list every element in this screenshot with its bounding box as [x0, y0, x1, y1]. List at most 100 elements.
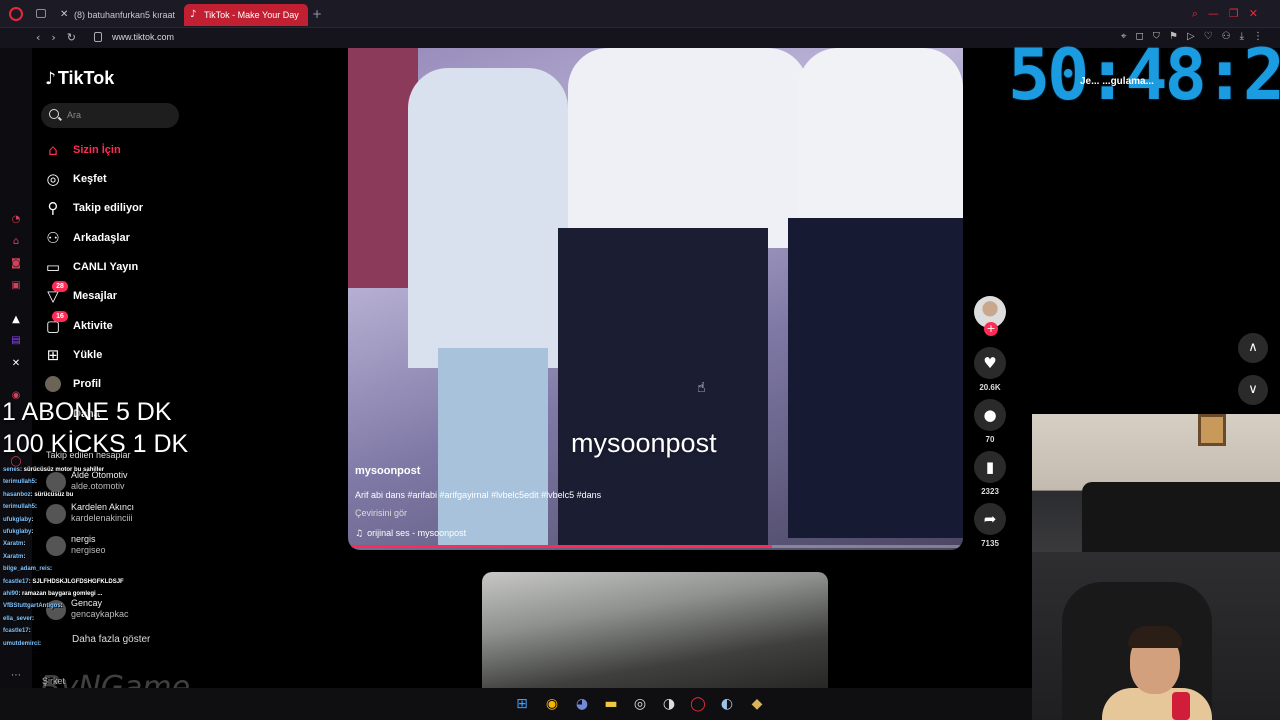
- avatar: [45, 376, 61, 392]
- video-progress-fill: [348, 545, 773, 548]
- app-icon[interactable]: ◑: [661, 696, 677, 712]
- chat-username: terimullah5: [3, 504, 36, 511]
- next-video-button[interactable]: ∨: [1238, 375, 1268, 405]
- chat-text: : sürücüsüz motor bu sahiller: [20, 467, 105, 473]
- search-input[interactable]: Ara: [41, 103, 179, 128]
- save-button[interactable]: ▮: [974, 451, 1006, 483]
- chevron-down-icon: ∨: [1248, 382, 1258, 397]
- nav-upload[interactable]: ⊞ Yükle: [44, 345, 214, 367]
- twitch-icon[interactable]: ▤: [10, 335, 22, 347]
- video-figure: [438, 348, 548, 548]
- opera-logo-icon[interactable]: [9, 7, 23, 21]
- chat-text: :: [23, 553, 26, 560]
- discord-icon[interactable]: ◕: [574, 696, 590, 712]
- chat-text: :: [35, 479, 38, 486]
- chat-message: ufukglaby:: [3, 529, 33, 535]
- share-count: 7135: [981, 539, 999, 548]
- chat-text: :: [35, 504, 38, 511]
- opera-icon[interactable]: ◯: [690, 696, 706, 712]
- next-video-preview[interactable]: [482, 572, 828, 690]
- x-icon[interactable]: ✕: [10, 358, 22, 370]
- window-controls[interactable]: ⌕—❐✕: [1192, 7, 1268, 21]
- nav-following[interactable]: ⚲ Takip ediliyor: [44, 198, 214, 220]
- chat-username: senes: [3, 467, 21, 473]
- chat-username: fcastle17: [3, 628, 29, 635]
- following-icon: ⚲: [47, 199, 59, 217]
- nav-messages[interactable]: ▽ 28 Mesajlar: [44, 281, 214, 308]
- room-camera: [1032, 414, 1280, 552]
- chat-text: : SJLFHDSKJLGFDSHGFKLDSJF: [28, 578, 124, 585]
- chat-message: terimullah5:: [3, 479, 37, 485]
- chat-text: :: [31, 516, 34, 523]
- nav-activity[interactable]: ▢ 16 Aktivite: [44, 311, 214, 338]
- video-figure: [558, 228, 768, 548]
- chat-text: :: [31, 529, 34, 535]
- save-count: 2323: [981, 487, 999, 496]
- taskbar: ⊞ ◉ ◕ ▬ ◎ ◑ ◯ ◐ ◆: [0, 688, 1032, 720]
- workspaces-icon[interactable]: [36, 9, 46, 18]
- comment-count: 70: [985, 435, 995, 444]
- show-more-link[interactable]: Daha fazla göster: [72, 634, 150, 645]
- steam-icon[interactable]: ◐: [719, 696, 735, 712]
- chat-text: : ramazan baygara gomlegi ...: [18, 591, 103, 597]
- nav-for-you[interactable]: ⌂ Sizin İçin: [44, 140, 214, 162]
- obs-icon[interactable]: ◎: [632, 696, 648, 712]
- tiktok-logo[interactable]: ♪ TikTok: [45, 68, 114, 89]
- share-button[interactable]: ➦: [974, 503, 1006, 535]
- video-figure: [408, 68, 568, 368]
- nav-live[interactable]: ▭ CANLI Yayın: [44, 257, 214, 279]
- folder-icon[interactable]: ▬: [603, 696, 619, 712]
- mail-icon[interactable]: ▣: [10, 280, 22, 292]
- video-watermark: mysoonpost: [571, 428, 717, 458]
- chat-message: fcastle17:: [3, 628, 31, 634]
- tab-kick[interactable]: ✕ (8) batuhanfurkan5 kıraat: [54, 4, 178, 26]
- chat-message: ufukglaby:: [3, 517, 33, 523]
- overlay-kicks-text: 100 KİCKS 1 DK: [2, 430, 189, 458]
- nav-profile[interactable]: Profil: [44, 374, 214, 396]
- chat-message: VfBStuttgartAntigos:: [3, 603, 63, 609]
- windows-start-icon[interactable]: ⊞: [514, 696, 530, 712]
- video-figure: [788, 218, 963, 538]
- chrome-icon[interactable]: ◉: [544, 696, 560, 712]
- video-music[interactable]: ♫ orijinal ses - mysoonpost: [355, 528, 466, 539]
- chat-username: ufukglaby: [3, 516, 32, 523]
- compass-icon: ◎: [46, 170, 60, 188]
- translate-link[interactable]: Çevirisini gör: [355, 508, 407, 518]
- friends-icon: ⚇: [46, 229, 60, 247]
- messenger-icon[interactable]: ◙: [10, 258, 22, 270]
- game-icon[interactable]: ◆: [749, 696, 765, 712]
- follow-plus-icon[interactable]: +: [984, 322, 998, 336]
- search-placeholder: Ara: [67, 110, 82, 120]
- avatar: [46, 504, 66, 524]
- comment-button[interactable]: ●: [974, 399, 1006, 431]
- video-figure: [798, 48, 963, 228]
- sofa: [1082, 482, 1280, 552]
- video-progress-bar[interactable]: [348, 545, 963, 548]
- nav-buttons[interactable]: ‹›↻: [36, 31, 87, 44]
- nav-friends[interactable]: ⚇ Arkadaşlar: [44, 228, 214, 250]
- video-player[interactable]: mysoonpost mysoonpost Arif abi dans #ari…: [348, 48, 963, 550]
- stream-timer: 50:48:22: [1008, 34, 1280, 116]
- url-field[interactable]: www.tiktok.com: [112, 32, 174, 42]
- new-tab-button[interactable]: +: [312, 7, 322, 21]
- video-author[interactable]: mysoonpost: [355, 465, 420, 477]
- chat-message: Xaratm:: [3, 541, 25, 547]
- chat-username: ahi90: [3, 591, 19, 597]
- chat-text: :: [60, 603, 63, 610]
- avatar: [46, 472, 66, 492]
- like-button[interactable]: ♥: [974, 347, 1006, 379]
- share-icon: ➦: [983, 510, 997, 528]
- more-icon[interactable]: ⋯: [10, 670, 22, 682]
- chat-username: hasanboz: [3, 491, 31, 498]
- history-icon[interactable]: ◔: [10, 214, 22, 226]
- previous-video-button[interactable]: ∧: [1238, 333, 1268, 363]
- chat-username: Xaratm: [3, 541, 24, 548]
- chat-username: umutdemirci: [3, 640, 40, 647]
- chat-username: ufukglaby: [3, 529, 32, 535]
- aria-icon[interactable]: ⌂: [10, 236, 22, 248]
- tab-tiktok[interactable]: ♪ TikTok - Make Your Day: [184, 4, 308, 26]
- video-description: Arif abi dans #arifabi #arifgayirnal #lv…: [355, 490, 602, 500]
- nav-explore[interactable]: ◎ Keşfet: [44, 169, 214, 191]
- triangle-icon[interactable]: ▲: [10, 314, 22, 326]
- mouse-cursor-icon: ☝: [697, 380, 706, 396]
